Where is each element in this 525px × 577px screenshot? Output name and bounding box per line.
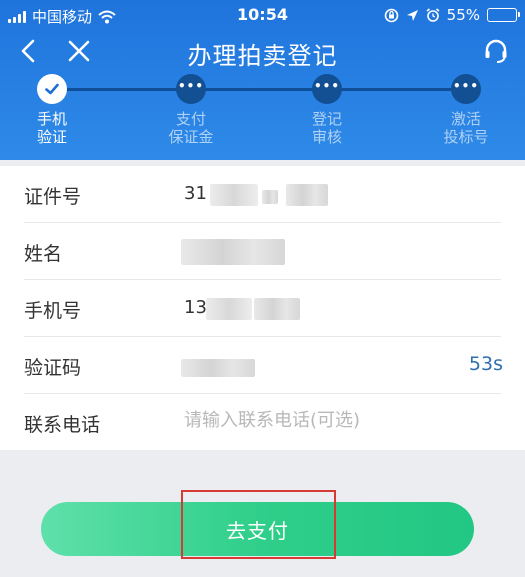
phone-value: 13 (184, 297, 207, 318)
registration-form: 证件号 31 姓名 手机号 13 验证码 53s 联系电话 (0, 166, 525, 451)
step-pending-circle: ••• (312, 74, 342, 104)
step-done-circle (37, 74, 67, 104)
bottom-action-area: 去支付 (0, 450, 525, 577)
battery-icon (487, 8, 520, 22)
more-dots-icon: ••• (313, 79, 340, 93)
code-label: 验证码 (24, 357, 82, 379)
form-row-contact[interactable]: 联系电话 (0, 394, 525, 451)
redaction-mask (286, 184, 328, 206)
step-label: 激活 投标号 (443, 110, 489, 146)
alarm-icon (426, 8, 440, 22)
redaction-mask (254, 298, 300, 320)
step-label: 支付 保证金 (168, 110, 214, 146)
form-row-name[interactable]: 姓名 (0, 223, 525, 280)
status-right: 55% (384, 6, 520, 24)
form-row-phone[interactable]: 手机号 13 (0, 280, 525, 337)
more-dots-icon: ••• (177, 79, 204, 93)
name-label: 姓名 (24, 243, 63, 265)
contact-label: 联系电话 (24, 414, 101, 436)
step-label: 手机 验证 (36, 110, 67, 146)
id-label: 证件号 (24, 186, 82, 208)
id-value: 31 (184, 183, 207, 204)
form-row-code[interactable]: 验证码 53s (0, 337, 525, 394)
step-pending-circle: ••• (451, 74, 481, 104)
lock-rotation-icon (384, 8, 398, 22)
pay-button[interactable]: 去支付 (41, 502, 474, 556)
more-dots-icon: ••• (452, 79, 479, 93)
step-activate-bid-number: ••• 激活 投标号 (421, 74, 511, 146)
progress-steps: 手机 验证 ••• 支付 保证金 ••• 登记 审核 ••• 激活 投标号 (0, 74, 525, 160)
redaction-mask (210, 184, 258, 206)
check-icon (45, 83, 59, 95)
header: 中国移动 10:54 55% 办理拍卖登记 手机 验证 ••• 支付 保证金 •… (0, 0, 525, 160)
step-registration-review: ••• 登记 审核 (282, 74, 372, 146)
step-pending-circle: ••• (176, 74, 206, 104)
resend-code-timer[interactable]: 53s (469, 353, 503, 375)
page-title: 办理拍卖登记 (187, 42, 338, 70)
battery-percent: 55% (446, 6, 480, 24)
steps-connector (52, 88, 466, 91)
redaction-mask (181, 359, 255, 377)
form-row-id[interactable]: 证件号 31 (0, 166, 525, 223)
customer-service-icon[interactable] (483, 38, 509, 64)
contact-phone-input[interactable] (184, 410, 484, 431)
phone-label: 手机号 (24, 300, 82, 322)
nav-bar: 办理拍卖登记 (0, 30, 525, 74)
status-bar: 中国移动 10:54 55% (0, 0, 525, 30)
redaction-mask (206, 298, 252, 320)
step-phone-verify: 手机 验证 (7, 74, 97, 146)
step-pay-deposit: ••• 支付 保证金 (146, 74, 236, 146)
redaction-mask (181, 239, 285, 265)
redaction-mask (262, 190, 278, 204)
location-icon (406, 9, 418, 21)
step-label: 登记 审核 (311, 110, 342, 146)
